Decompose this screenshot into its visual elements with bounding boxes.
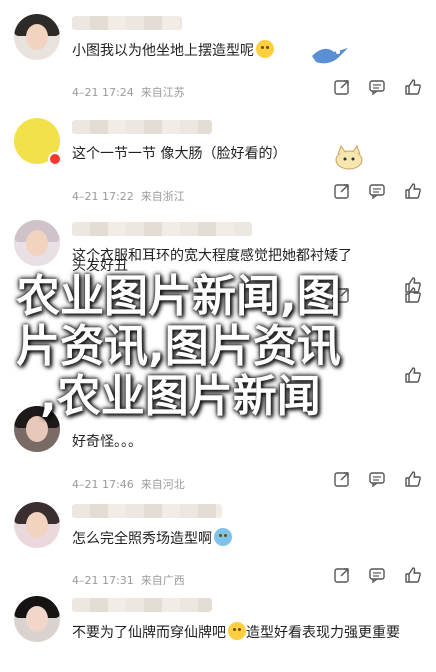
- reply-icon[interactable]: [368, 78, 386, 96]
- comment-text: 怎么完全照秀场造型啊: [72, 531, 212, 547]
- username-blurred[interactable]: [72, 504, 222, 518]
- thumbs-up-icon[interactable]: [404, 182, 422, 200]
- overlay-headline-line2: 片资讯,图片资讯: [16, 321, 341, 372]
- share-icon[interactable]: [333, 566, 351, 584]
- comment-date: 4–21 17:22: [72, 190, 134, 203]
- thumbs-up-icon[interactable]: [404, 78, 422, 96]
- comment-date: 4–21 17:46: [72, 478, 134, 491]
- username-blurred[interactable]: [72, 222, 252, 236]
- avatar[interactable]: [14, 502, 60, 548]
- comment-text-continued: 造型好看表现力强更重要: [246, 625, 400, 641]
- comment-location: 来自江苏: [140, 86, 185, 99]
- comment-item: 怎么完全照秀场造型啊 4–21 17:31 来自广西: [0, 492, 436, 587]
- avatar[interactable]: [14, 14, 60, 60]
- overlay-headline-line3: ,农业图片新闻: [40, 371, 321, 422]
- comment-text: 小图我以为他坐地上摆造型呢: [72, 43, 254, 59]
- comment-date: 4–21 17:24: [72, 86, 134, 99]
- reply-icon[interactable]: [368, 182, 386, 200]
- avatar[interactable]: [14, 220, 60, 266]
- username-blurred[interactable]: [72, 16, 182, 30]
- reply-icon[interactable]: [368, 470, 386, 488]
- laughing-emoji-icon: [228, 622, 246, 640]
- comment-item: 小图我以为他坐地上摆造型呢 4–21 17:24 来自江苏: [0, 4, 436, 99]
- username-blurred[interactable]: [72, 598, 212, 612]
- comment-location: 来自河北: [140, 478, 185, 491]
- bird-sticker-icon: [312, 48, 348, 64]
- share-icon[interactable]: [333, 470, 351, 488]
- reply-icon[interactable]: [368, 566, 386, 584]
- comment-text: 不要为了仙牌而穿仙牌吧: [72, 625, 226, 641]
- comment-text: 好奇怪。。。: [72, 434, 142, 450]
- username-blurred[interactable]: [72, 120, 212, 134]
- thumbs-up-icon[interactable]: [404, 566, 422, 584]
- overlay-headline-line1: 农业图片新闻,图: [16, 271, 341, 322]
- thumbs-up-icon[interactable]: [404, 470, 422, 488]
- share-icon[interactable]: [333, 78, 351, 96]
- cat-sticker-icon: [335, 144, 363, 170]
- verified-badge: [48, 152, 62, 166]
- comment-item: 不要为了仙牌而穿仙牌吧 造型好看表现力强更重要: [0, 586, 436, 672]
- comment-text: 这个一节一节 像大肠（脸好看的）: [72, 146, 287, 162]
- avatar[interactable]: [14, 596, 60, 642]
- comment-item: 这个一节一节 像大肠（脸好看的） 4–21 17:22 来自浙江: [0, 108, 436, 203]
- laughing-emoji-icon: [256, 40, 274, 58]
- share-icon[interactable]: [333, 182, 351, 200]
- emoji-icon: [214, 528, 232, 546]
- comment-location: 来自浙江: [140, 190, 185, 203]
